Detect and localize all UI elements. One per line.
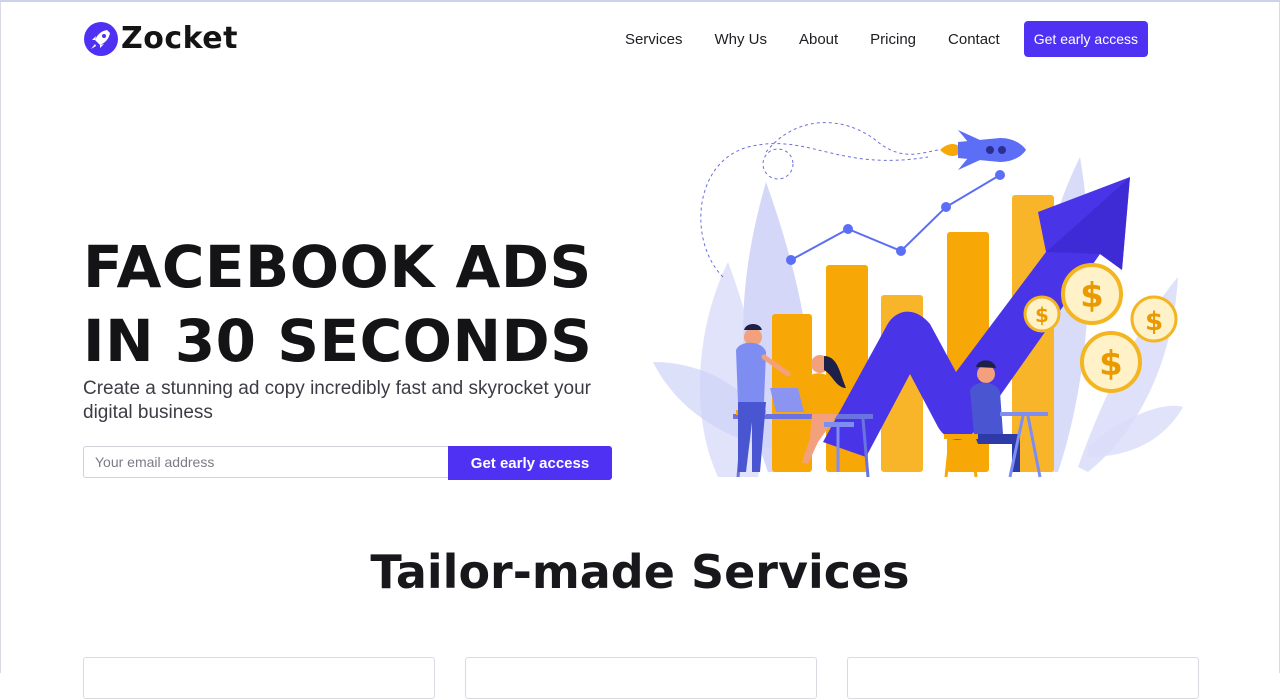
email-input[interactable] <box>83 446 448 478</box>
signup-form: Get early access <box>83 446 612 480</box>
nav-link-pricing[interactable]: Pricing <box>870 31 916 48</box>
svg-text:$: $ <box>1035 303 1049 327</box>
rocket-icon <box>84 21 118 56</box>
nav-link-contact[interactable]: Contact <box>948 31 1000 48</box>
nav-link-services[interactable]: Services <box>625 31 683 48</box>
brand-name: Zocket <box>121 21 238 56</box>
hero-subtitle: Create a stunning ad copy incredibly fas… <box>83 378 591 423</box>
svg-text:$: $ <box>1145 307 1163 337</box>
nav-link-why-us[interactable]: Why Us <box>714 31 767 48</box>
hero-title-line-1: FACEBOOK ADS <box>83 233 592 301</box>
brand-logo[interactable]: Zocket <box>84 21 238 56</box>
growth-chart-team-illustration: $ $ $ $ <box>653 122 1183 478</box>
hero-title-line-2: IN 30 SECONDS <box>83 307 593 375</box>
svg-text:$: $ <box>1080 276 1104 316</box>
services-heading: Tailor-made Services <box>370 545 910 599</box>
nav-early-access-button[interactable]: Get early access <box>1023 21 1148 57</box>
service-card[interactable] <box>847 657 1199 699</box>
nav-link-about[interactable]: About <box>799 31 838 48</box>
hero-early-access-button[interactable]: Get early access <box>448 446 612 480</box>
top-nav: Zocket Services Why Us About Pricing Con… <box>84 18 1148 60</box>
svg-text:$: $ <box>1099 344 1123 384</box>
hero-title: FACEBOOK ADS IN 30 SECONDS <box>83 230 592 378</box>
nav-links: Services Why Us About Pricing Contact Ge… <box>625 21 1148 57</box>
service-card[interactable] <box>465 657 817 699</box>
service-card[interactable] <box>83 657 435 699</box>
